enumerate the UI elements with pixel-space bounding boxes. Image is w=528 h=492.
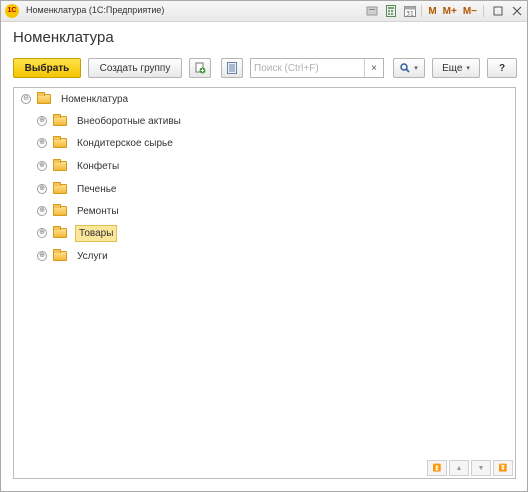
double-down-icon: ⏬ [498,465,508,472]
tree-item-label: Печенье [77,183,117,195]
chevron-down-icon: ▾ [414,65,418,72]
expand-icon[interactable]: ⊕ [37,138,47,148]
tree-item[interactable]: ⊕ Кондитерское сырье [37,134,175,152]
search-input[interactable] [251,59,366,77]
select-button[interactable]: Выбрать [13,58,81,78]
expand-icon[interactable]: ⊕ [37,184,47,194]
add-copy-button[interactable] [189,58,211,78]
folder-icon [53,182,67,194]
titlebar-separator [421,5,423,17]
tree-item[interactable]: ⊕ Конфеты [37,157,121,175]
tree-item-label: Ремонты [77,205,119,217]
tree-item[interactable]: ⊕ Внеоборотные активы [37,112,183,130]
create-group-button[interactable]: Создать группу [88,58,182,78]
title-bar: 1С Номенклатура (1С:Предприятие) 31 M M+… [1,1,527,22]
app-logo-icon: 1С [5,4,19,18]
scroll-first-button[interactable]: ⏫ [427,460,447,476]
memory-button[interactable]: M [425,6,439,17]
close-icon[interactable] [509,3,525,19]
titlebar-separator [483,5,484,17]
search-clear-button[interactable]: × [364,59,383,77]
tree-item-selected[interactable]: ⊕ Товары [37,224,118,242]
search-options-button[interactable]: ▾ [393,58,425,78]
calendar-icon[interactable]: 31 [402,3,418,19]
tree-root-label: Номенклатура [61,93,129,105]
folder-icon [53,159,67,171]
expand-icon[interactable]: ⊕ [37,251,47,261]
scroll-up-button[interactable]: ▲ [449,460,469,476]
more-button[interactable]: Еще ▾ [432,58,480,78]
titlebar-actions: 31 M M+ M− [361,3,525,19]
memory-minus-button[interactable]: M− [460,6,480,17]
list-icon [227,62,237,74]
memory-plus-button[interactable]: M+ [440,6,460,17]
page-title: Номенклатура [13,29,114,46]
folder-icon [53,114,67,126]
magnifier-icon [400,63,410,73]
copy-add-icon [195,62,206,74]
search-field: × [250,58,384,78]
calculator-icon[interactable] [383,3,399,19]
tree-item-label: Кондитерское сырье [77,137,173,149]
folder-icon [53,226,67,238]
list-navigation: ⏫ ▲ ▼ ⏬ [425,460,513,476]
tree-item-label: Услуги [77,250,108,262]
chevron-down-icon: ▾ [466,65,470,72]
toolbar: Выбрать Создать группу × ▾ Еще ▾ ? [13,58,517,80]
svg-text:31: 31 [406,11,414,18]
folder-icon [37,92,51,104]
tree-item[interactable]: ⊕ Ремонты [37,202,121,220]
folder-icon [53,249,67,261]
more-label: Еще [442,62,463,74]
up-icon: ▲ [455,464,463,472]
list-view-button[interactable] [221,58,243,78]
expand-icon[interactable]: ⊕ [37,116,47,126]
scroll-down-button[interactable]: ▼ [471,460,491,476]
window-title: Номенклатура (1С:Предприятие) [26,5,165,15]
tree-item-label: Конфеты [77,160,120,172]
collapse-icon[interactable]: ⊖ [21,94,31,104]
tree-item-label: Товары [75,224,118,242]
folder-icon [53,204,67,216]
double-up-icon: ⏫ [432,465,442,472]
scroll-last-button[interactable]: ⏬ [493,460,513,476]
down-icon: ▼ [477,464,485,472]
tree-root[interactable]: ⊖ Номенклатура [21,90,130,108]
main-window: 1С Номенклатура (1С:Предприятие) 31 M M+… [0,0,528,492]
tree-item[interactable]: ⊕ Услуги [37,247,110,265]
expand-icon[interactable]: ⊕ [37,161,47,171]
document-icon[interactable] [364,3,380,19]
expand-icon[interactable]: ⊕ [37,228,47,238]
expand-icon[interactable]: ⊕ [37,206,47,216]
tree-item[interactable]: ⊕ Печенье [37,180,118,198]
maximize-icon[interactable] [490,3,506,19]
tree-panel: ⊖ Номенклатура ⊕ Внеоборотные активы ⊕ К… [13,87,516,479]
folder-icon [53,136,67,148]
tree-item-label: Внеоборотные активы [77,115,181,127]
help-button[interactable]: ? [487,58,517,78]
